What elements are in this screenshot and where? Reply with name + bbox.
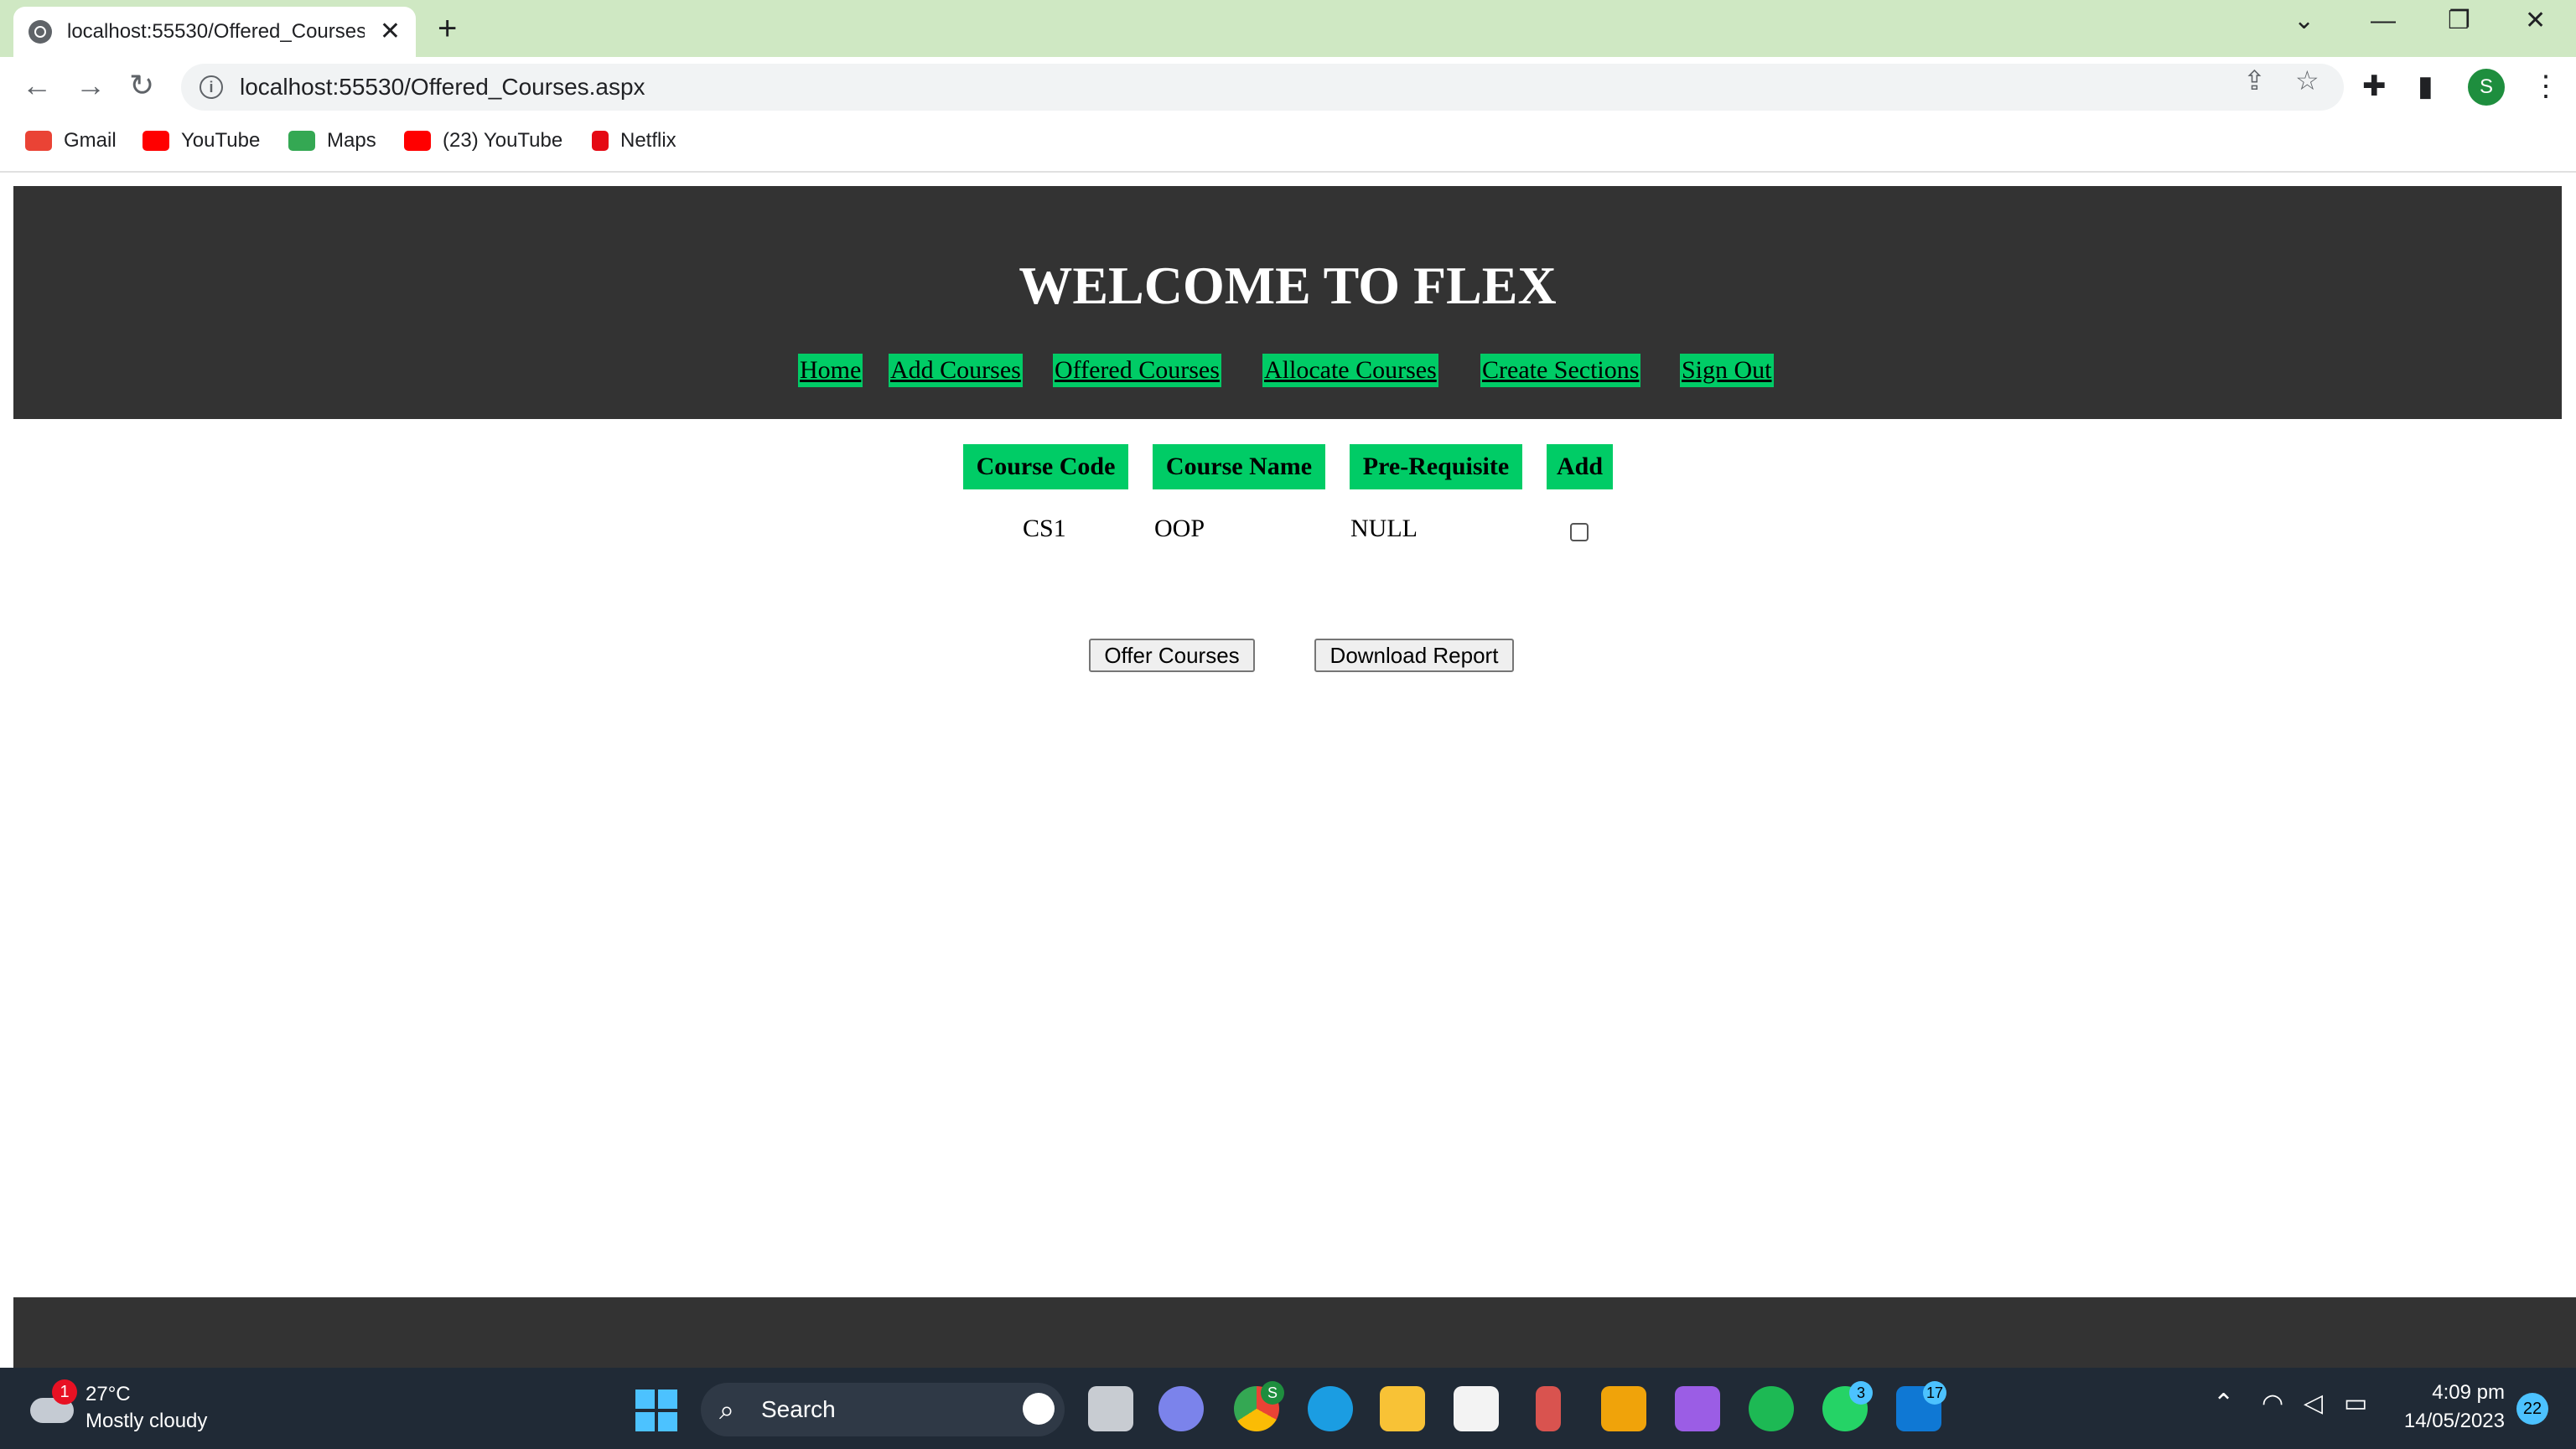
page-header: WELCOME TO FLEX Home Add Courses Offered… — [13, 186, 2562, 419]
nav-home[interactable]: Home — [798, 354, 863, 387]
reload-button[interactable]: ↻ — [129, 70, 154, 101]
youtube-icon — [143, 131, 169, 151]
nav-add-courses[interactable]: Add Courses — [889, 354, 1023, 387]
close-window-button[interactable]: ✕ — [2525, 8, 2546, 34]
show-hidden-icons[interactable]: ⌃ — [2213, 1391, 2234, 1416]
clock-date[interactable]: 14/05/2023 — [2396, 1410, 2505, 1433]
bookmark-youtube-23[interactable]: (23) YouTube — [404, 129, 562, 153]
maps-icon — [288, 131, 315, 151]
bookmark-gmail[interactable]: Gmail — [25, 129, 117, 153]
browser-tab-strip: localhost:55530/Offered_Courses.aspx ✕ +… — [0, 0, 2576, 57]
minimize-button[interactable]: — — [2371, 8, 2396, 34]
bookmark-label: YouTube — [181, 129, 261, 152]
clock-time[interactable]: 4:09 pm — [2429, 1381, 2505, 1405]
address-bar[interactable]: i localhost:55530/Offered_Courses.aspx — [181, 64, 2344, 111]
mail-badge: 17 — [1923, 1381, 1946, 1405]
share-icon[interactable]: ⇪ — [2243, 67, 2266, 94]
bookmark-youtube[interactable]: YouTube — [143, 129, 260, 153]
bookmark-label: Maps — [327, 129, 376, 152]
offer-courses-button[interactable]: Offer Courses — [1089, 639, 1255, 672]
nav-sign-out[interactable]: Sign Out — [1680, 354, 1774, 387]
header-course-code: Course Code — [963, 444, 1128, 489]
back-button[interactable]: ← — [22, 70, 52, 101]
header-pre-requisite: Pre-Requisite — [1350, 444, 1522, 489]
cell-course-code: CS1 — [1023, 515, 1066, 542]
url-text[interactable]: localhost:55530/Offered_Courses.aspx — [240, 74, 645, 101]
header-course-name: Course Name — [1153, 444, 1325, 489]
extensions-icon[interactable]: ✚ — [2362, 72, 2387, 101]
chrome-profile-badge: S — [1261, 1381, 1284, 1405]
weather-alert-badge: 1 — [52, 1379, 77, 1405]
weather-temperature[interactable]: 27°C — [86, 1383, 131, 1406]
bookmarks-bar: Gmail YouTube Maps (23) YouTube Netflix — [0, 117, 2576, 173]
teams-chat-icon[interactable] — [1158, 1386, 1204, 1431]
tab-title: localhost:55530/Offered_Courses.aspx — [67, 20, 365, 43]
microsoft-store-icon[interactable] — [1454, 1386, 1499, 1431]
globe-icon — [29, 20, 52, 44]
nav-offered-courses[interactable]: Offered Courses — [1053, 354, 1221, 387]
info-icon[interactable]: i — [200, 75, 223, 99]
browser-tab[interactable]: localhost:55530/Offered_Courses.aspx ✕ — [13, 7, 416, 57]
forward-button[interactable]: → — [75, 70, 106, 101]
battery-icon[interactable]: ▭ — [2344, 1391, 2367, 1416]
bookmark-label: Netflix — [620, 129, 676, 152]
visual-studio-icon[interactable] — [1675, 1386, 1720, 1431]
notification-badge[interactable]: 22 — [2516, 1393, 2548, 1425]
download-report-button[interactable]: Download Report — [1314, 639, 1514, 672]
page-title: WELCOME TO FLEX — [1018, 256, 1557, 315]
restore-button[interactable]: ❐ — [2448, 8, 2470, 34]
search-icon: ⌕ — [719, 1395, 734, 1425]
edge-icon[interactable] — [1308, 1386, 1353, 1431]
gmail-icon — [25, 131, 52, 151]
bookmark-netflix[interactable]: Netflix — [592, 129, 676, 153]
whatsapp-badge: 3 — [1849, 1381, 1873, 1405]
browser-toolbar: ← → ↻ i localhost:55530/Offered_Courses.… — [0, 57, 2576, 117]
close-tab-icon[interactable]: ✕ — [380, 19, 401, 44]
profile-avatar[interactable]: S — [2468, 69, 2505, 106]
taskbar-search[interactable]: ⌕ Search — [701, 1383, 1065, 1436]
bookmark-star-icon[interactable]: ☆ — [2295, 67, 2319, 94]
bookmark-label: (23) YouTube — [443, 129, 563, 152]
side-panel-icon[interactable]: ▮ — [2418, 72, 2433, 101]
volume-icon[interactable]: ◁ — [2304, 1391, 2323, 1416]
nav-create-sections[interactable]: Create Sections — [1480, 354, 1641, 387]
header-add: Add — [1547, 444, 1613, 489]
windows-start-icon[interactable] — [635, 1389, 677, 1431]
page-footer — [13, 1297, 2576, 1368]
netflix-icon — [592, 131, 609, 151]
search-label: Search — [761, 1396, 836, 1422]
add-course-checkbox[interactable] — [1570, 523, 1589, 541]
cell-pre-requisite: NULL — [1350, 515, 1418, 542]
bookmark-label: Gmail — [64, 129, 117, 152]
bookmark-maps[interactable]: Maps — [288, 129, 376, 153]
weather-description[interactable]: Mostly cloudy — [86, 1410, 207, 1433]
wifi-icon[interactable]: ◠ — [2262, 1391, 2283, 1416]
taskbar: 1 27°C Mostly cloudy ⌕ Search S 3 17 ⌃ ◠… — [0, 1368, 2576, 1449]
new-tab-button[interactable]: + — [438, 12, 457, 45]
tab-search-icon[interactable]: ⌄ — [2294, 8, 2314, 34]
task-view-icon[interactable] — [1088, 1386, 1133, 1431]
nav-allocate-courses[interactable]: Allocate Courses — [1262, 354, 1438, 387]
cell-course-name: OOP — [1154, 515, 1205, 542]
pencil-app-icon[interactable] — [1536, 1386, 1561, 1431]
paint-app-icon[interactable] — [1601, 1386, 1646, 1431]
file-explorer-icon[interactable] — [1380, 1386, 1425, 1431]
menu-icon[interactable]: ⋮ — [2532, 72, 2560, 101]
youtube-icon — [404, 131, 431, 151]
spotify-icon[interactable] — [1749, 1386, 1794, 1431]
bing-icon[interactable] — [1023, 1393, 1055, 1425]
